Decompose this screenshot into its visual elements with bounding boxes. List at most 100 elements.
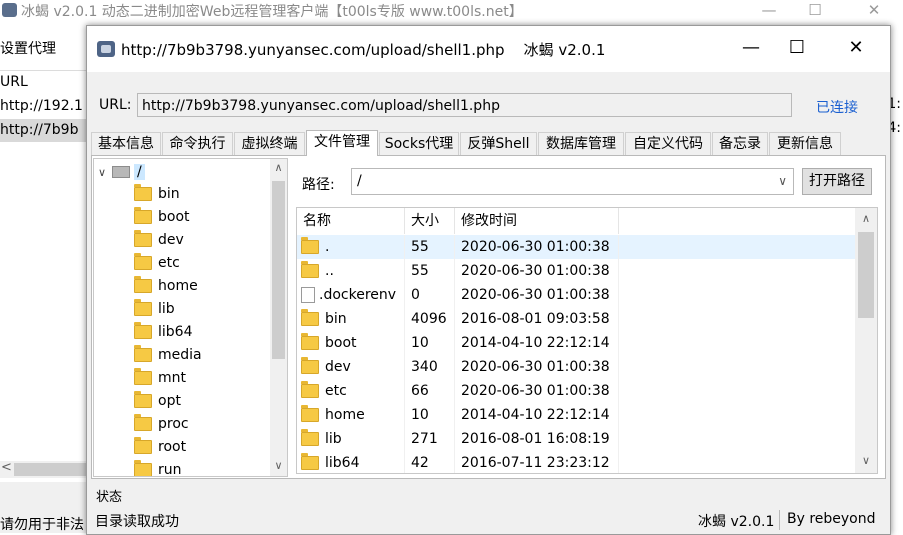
scroll-up-icon[interactable]: ∧	[855, 212, 877, 225]
scroll-thumb[interactable]	[272, 181, 285, 359]
url-field[interactable]: http://7b9b3798.yunyansec.com/upload/she…	[137, 93, 792, 117]
list-item[interactable]: http://7b9b	[0, 119, 90, 142]
tree-folder-item[interactable]: etc	[134, 252, 180, 275]
tab-memo[interactable]: 备忘录	[712, 132, 768, 155]
tab-file-manager[interactable]: 文件管理	[306, 130, 378, 156]
folder-icon	[134, 437, 152, 454]
file-name-cell: etc	[297, 379, 405, 403]
tab-database[interactable]: 数据库管理	[538, 132, 624, 155]
list-item[interactable]: http://192.1	[0, 95, 90, 118]
table-row[interactable]: . 55 2020-06-30 01:00:38	[297, 235, 855, 259]
file-name-cell: bin	[297, 307, 405, 331]
tree-folder-item[interactable]: root	[134, 436, 186, 459]
scroll-left-icon[interactable]: <	[1, 460, 12, 475]
tree-folder-item[interactable]: opt	[134, 390, 181, 413]
table-row[interactable]: home 10 2014-04-10 22:12:14	[297, 403, 855, 427]
file-modified-time: 2020-06-30 01:00:38	[455, 355, 619, 379]
path-label: 路径:	[302, 177, 335, 193]
folder-icon	[301, 237, 319, 254]
dialog-minimize-icon[interactable]: —	[728, 26, 774, 72]
path-combobox[interactable]: / ∨	[351, 168, 794, 195]
tree-folder-item[interactable]: dev	[134, 229, 184, 252]
tree-folder-label: mnt	[158, 370, 186, 386]
tree-folder-item[interactable]: proc	[134, 413, 189, 436]
close-icon[interactable]: ✕	[852, 0, 896, 22]
path-value: /	[357, 173, 362, 189]
table-row[interactable]: dev 340 2020-06-30 01:00:38	[297, 355, 855, 379]
table-row[interactable]: lib64 42 2016-07-11 23:23:12	[297, 451, 855, 473]
tab-update-info[interactable]: 更新信息	[769, 132, 841, 155]
tree-folder-item[interactable]: home	[134, 275, 198, 298]
folder-icon	[301, 405, 319, 422]
tree-folder-item[interactable]: lib64	[134, 321, 192, 344]
tab-command[interactable]: 命令执行	[162, 132, 233, 155]
tree-folder-item[interactable]: boot	[134, 206, 190, 229]
folder-icon	[134, 391, 152, 408]
list-horizontal-scrollbar[interactable]: <	[0, 460, 86, 478]
tab-custom-code[interactable]: 自定义代码	[625, 132, 711, 155]
folder-icon	[134, 184, 152, 201]
tree-vertical-scrollbar[interactable]: ∧ ∨	[270, 159, 287, 476]
folder-icon	[301, 453, 319, 470]
tree-root-node[interactable]: ∨ /	[98, 161, 145, 183]
file-name: lib64	[325, 455, 360, 471]
file-name: dev	[325, 359, 351, 375]
file-size: 55	[405, 235, 455, 259]
folder-icon	[301, 357, 319, 374]
folder-icon	[134, 253, 152, 270]
tab-basic-info[interactable]: 基本信息	[91, 132, 161, 155]
tree-folder-item[interactable]: media	[134, 344, 202, 367]
tree-folder-item[interactable]: mnt	[134, 367, 186, 390]
list-header-url[interactable]: URL	[0, 71, 90, 94]
scroll-thumb[interactable]	[858, 232, 874, 318]
tree-folder-item[interactable]: bin	[134, 183, 180, 206]
tree-root-label: /	[134, 164, 145, 180]
table-row[interactable]: bin 4096 2016-08-01 09:03:58	[297, 307, 855, 331]
table-row[interactable]: boot 10 2014-04-10 22:12:14	[297, 331, 855, 355]
maximize-icon[interactable]: ☐	[793, 0, 837, 22]
table-row[interactable]: .dockerenv 0 2020-06-30 01:00:38	[297, 283, 855, 307]
file-modified-time: 2016-08-01 16:08:19	[455, 427, 619, 451]
chevron-down-icon[interactable]: ∨	[98, 162, 112, 184]
tree-folder-label: lib64	[158, 324, 193, 340]
tab-socks-proxy[interactable]: Socks代理	[379, 132, 459, 155]
column-header-modified[interactable]: 修改时间	[455, 208, 619, 234]
open-path-button[interactable]: 打开路径	[802, 168, 872, 195]
folder-icon	[301, 381, 319, 398]
column-header-name[interactable]: 名称	[297, 208, 405, 234]
table-row[interactable]: etc 66 2020-06-30 01:00:38	[297, 379, 855, 403]
chevron-down-icon[interactable]: ∨	[778, 169, 787, 194]
file-modified-time: 2020-06-30 01:00:38	[455, 235, 619, 259]
folder-icon	[301, 261, 319, 278]
dialog-app-icon	[97, 41, 115, 57]
scroll-down-icon[interactable]: ∨	[855, 454, 877, 467]
tab-terminal[interactable]: 虚拟终端	[234, 132, 305, 155]
table-row[interactable]: .. 55 2020-06-30 01:00:38	[297, 259, 855, 283]
scroll-thumb[interactable]	[14, 463, 86, 476]
tree-folder-item[interactable]: lib	[134, 298, 175, 321]
scroll-down-icon[interactable]: ∨	[270, 459, 287, 472]
file-name-cell: .dockerenv	[297, 283, 405, 307]
dialog-close-icon[interactable]: ✕	[833, 26, 879, 72]
folder-icon	[134, 230, 152, 247]
file-icon	[301, 287, 315, 303]
file-manager-panel: ∨ / bin boot dev etc home lib lib64 media…	[91, 155, 886, 479]
tree-folder-label: lib	[158, 301, 175, 317]
tree-folder-label: bin	[158, 186, 180, 202]
scroll-up-icon[interactable]: ∧	[270, 161, 287, 174]
file-name: home	[325, 407, 365, 423]
tab-reverse-shell[interactable]: 反弹Shell	[460, 132, 537, 155]
minimize-icon[interactable]: —	[747, 0, 791, 22]
dialog-titlebar: http://7b9b3798.yunyansec.com/upload/she…	[87, 26, 890, 72]
table-row[interactable]: lib 271 2016-08-01 16:08:19	[297, 427, 855, 451]
status-message: 目录读取成功	[95, 514, 179, 530]
file-table-vertical-scrollbar[interactable]: ∧ ∨	[855, 208, 877, 473]
tree-folder-item[interactable]: run	[134, 459, 182, 476]
file-name-cell: dev	[297, 355, 405, 379]
file-name-cell: lib64	[297, 451, 405, 473]
dialog-maximize-icon[interactable]: ☐	[774, 26, 820, 72]
folder-icon	[134, 276, 152, 293]
proxy-settings-menu[interactable]: 设置代理	[0, 38, 56, 58]
column-header-size[interactable]: 大小	[405, 208, 455, 234]
file-size: 4096	[405, 307, 455, 331]
